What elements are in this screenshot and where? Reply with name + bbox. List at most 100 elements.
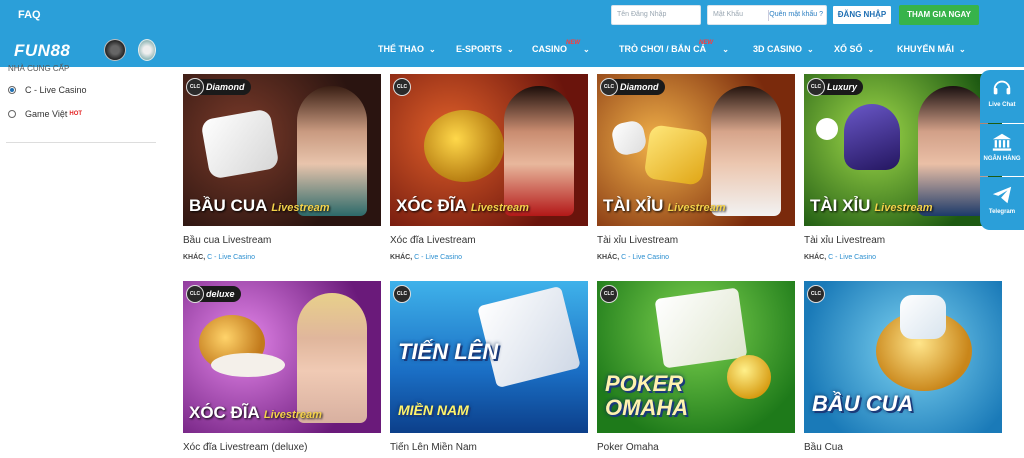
clc-logo-icon: CLC (186, 285, 204, 303)
game-name[interactable]: Tài xỉu Livestream (804, 235, 885, 246)
game-art-title: BẦU CUA Livestream (189, 196, 329, 216)
new-badge: NEW (699, 40, 713, 46)
provider-option-label: C - Live Casino (25, 85, 87, 95)
provider-option-game-viet[interactable]: Game Việt HOT (8, 109, 82, 119)
game-art-title-text: BẦU CUA (189, 196, 268, 215)
nav-item-label: CASINO (532, 44, 568, 54)
game-card[interactable]: Diamond CLC TÀI XỈU Livestream Tài xỉu Li… (597, 74, 795, 261)
live-chat-label: Live Chat (988, 102, 1016, 108)
faq-link[interactable]: FAQ (18, 9, 41, 21)
nav-item-casino[interactable]: CASINO NEW ⌄ (532, 40, 590, 54)
bank-icon (992, 133, 1012, 151)
game-card[interactable]: CLC XÓC ĐĨA Livestream Xóc đĩa Livestream… (390, 74, 588, 261)
nav-item-sports[interactable]: THỂ THAO ⌄ (378, 44, 436, 54)
headset-icon (993, 80, 1011, 95)
nav-item-label: KHUYẾN MÃI (897, 44, 955, 54)
game-name[interactable]: Xóc đĩa Livestream (390, 235, 476, 246)
game-card[interactable]: Luxury CLC TÀI XỈU Livestream Tài xỉu Liv… (804, 74, 1002, 261)
club-crest-icon (104, 39, 126, 61)
shaker-cup-icon (844, 104, 900, 170)
nav-item-label: TRÒ CHƠI / BẮN CÁ (619, 44, 707, 54)
new-badge: NEW (566, 40, 580, 46)
login-button[interactable]: ĐĂNG NHẬP (832, 5, 892, 25)
game-card[interactable]: CLC BẦU CUA Bầu Cua (804, 281, 1002, 453)
nav-item-games-fishing[interactable]: TRÒ CHƠI / BẮN CÁ NEW ⌄ (619, 40, 729, 54)
chevron-down-icon: ⌄ (583, 45, 590, 54)
game-thumbnail[interactable]: CLC TIẾN LÊN MIỀN NAM (390, 281, 588, 433)
nav-item-esports[interactable]: E-SPORTS ⌄ (456, 44, 514, 54)
game-name[interactable]: Bầu Cua (804, 442, 843, 453)
bank-label: NGÂN HÀNG (983, 156, 1021, 162)
game-art-subtitle: MIỀN NAM (398, 402, 469, 418)
game-card[interactable]: deluxe CLC XÓC ĐĨA Livestream Xóc đĩa Liv… (183, 281, 381, 453)
category-label: KHÁC, (804, 254, 827, 261)
provider-link[interactable]: C - Live Casino (207, 254, 255, 261)
forgot-password-link[interactable]: Quên mật khẩu ? (769, 6, 823, 24)
game-category: KHÁC, C - Live Casino (597, 254, 669, 261)
game-art-subtitle: Livestream (470, 202, 529, 214)
join-now-button[interactable]: THAM GIA NGAY (899, 5, 979, 25)
chevron-down-icon: ⌄ (722, 45, 729, 54)
game-art-title-text: TÀI XỈU (810, 196, 871, 215)
sidebar-divider (6, 142, 156, 143)
radio-selected-icon[interactable] (8, 86, 16, 94)
club-crest-icon (138, 39, 156, 61)
game-art-title: XÓC ĐĨA Livestream (396, 196, 529, 216)
nav-item-label: XỔ SỐ (834, 44, 863, 54)
provider-heading: NHÀ CUNG CẤP (8, 64, 70, 73)
nav-item-label: 3D CASINO (753, 44, 803, 54)
provider-link[interactable]: C - Live Casino (414, 254, 462, 261)
game-card[interactable]: Diamond CLC BẦU CUA Livestream Bầu cua Li… (183, 74, 381, 261)
game-thumbnail[interactable]: CLC BẦU CUA (804, 281, 1002, 433)
fun88-logo[interactable]: FUN88 (14, 41, 70, 61)
game-thumbnail[interactable]: CLC POKER OMAHA (597, 281, 795, 433)
game-name[interactable]: Poker Omaha (597, 442, 659, 453)
game-art-title: BẦU CUA (812, 391, 914, 416)
nav-item-3d-casino[interactable]: 3D CASINO ⌄ (753, 44, 814, 54)
clc-logo-icon: CLC (600, 285, 618, 303)
chevron-down-icon: ⌄ (429, 45, 436, 54)
provider-option-c-live-casino[interactable]: C - Live Casino (8, 85, 87, 95)
game-name[interactable]: Tài xỉu Livestream (597, 235, 678, 246)
game-name[interactable]: Xóc đĩa Livestream (deluxe) (183, 442, 308, 453)
provider-option-label: Game Việt (25, 109, 68, 119)
game-art-subtitle: Livestream (271, 202, 330, 214)
live-chat-button[interactable]: Live Chat (980, 70, 1024, 123)
game-art-title-text: XÓC ĐĨA (396, 196, 467, 215)
radio-unselected-icon[interactable] (8, 110, 16, 118)
game-art-subtitle: Livestream (263, 409, 322, 421)
game-thumbnail[interactable]: deluxe CLC XÓC ĐĨA Livestream (183, 281, 381, 433)
clc-logo-icon: CLC (393, 285, 411, 303)
game-thumbnail[interactable]: CLC XÓC ĐĨA Livestream (390, 74, 588, 226)
game-name[interactable]: Bầu cua Livestream (183, 235, 271, 246)
nav-item-lottery[interactable]: XỔ SỐ ⌄ (834, 44, 874, 54)
game-category: KHÁC, C - Live Casino (390, 254, 462, 261)
game-art-title-text: XÓC ĐĨA (189, 403, 260, 422)
dice-icon (200, 108, 280, 180)
provider-link[interactable]: C - Live Casino (621, 254, 669, 261)
username-input[interactable]: Tên Đăng Nhập (611, 5, 701, 25)
game-thumbnail[interactable]: Diamond CLC TÀI XỈU Livestream (597, 74, 795, 226)
dice-icon (610, 119, 648, 157)
dice-icon (816, 118, 838, 140)
game-thumbnail[interactable]: Diamond CLC BẦU CUA Livestream (183, 74, 381, 226)
plate-icon (211, 353, 285, 377)
username-placeholder: Tên Đăng Nhập (617, 11, 667, 18)
provider-link[interactable]: C - Live Casino (828, 254, 876, 261)
telegram-button[interactable]: Telegram (980, 177, 1024, 230)
game-category: KHÁC, C - Live Casino (183, 254, 255, 261)
game-name[interactable]: Tiến Lên Miền Nam (390, 442, 477, 453)
password-input[interactable]: Mật Khẩu Quên mật khẩu ? (707, 5, 827, 25)
chevron-down-icon: ⌄ (959, 45, 966, 54)
game-card[interactable]: CLC TIẾN LÊN MIỀN NAM Tiến Lên Miền Nam (390, 281, 588, 453)
chevron-down-icon: ⌄ (807, 45, 814, 54)
game-category: KHÁC, C - Live Casino (804, 254, 876, 261)
playing-cards-icon (477, 285, 581, 389)
main-nav: FUN88 THỂ THAO ⌄ E-SPORTS ⌄ CASINO NEW ⌄ TRÒ… (0, 32, 1024, 67)
game-card[interactable]: CLC POKER OMAHA Poker Omaha (597, 281, 795, 453)
bowl-icon (424, 110, 504, 182)
game-thumbnail[interactable]: Luxury CLC TÀI XỈU Livestream (804, 74, 1002, 226)
game-art-subtitle: Livestream (874, 202, 933, 214)
bank-button[interactable]: NGÂN HÀNG (980, 124, 1024, 176)
nav-item-promotions[interactable]: KHUYẾN MÃI ⌄ (897, 44, 966, 54)
